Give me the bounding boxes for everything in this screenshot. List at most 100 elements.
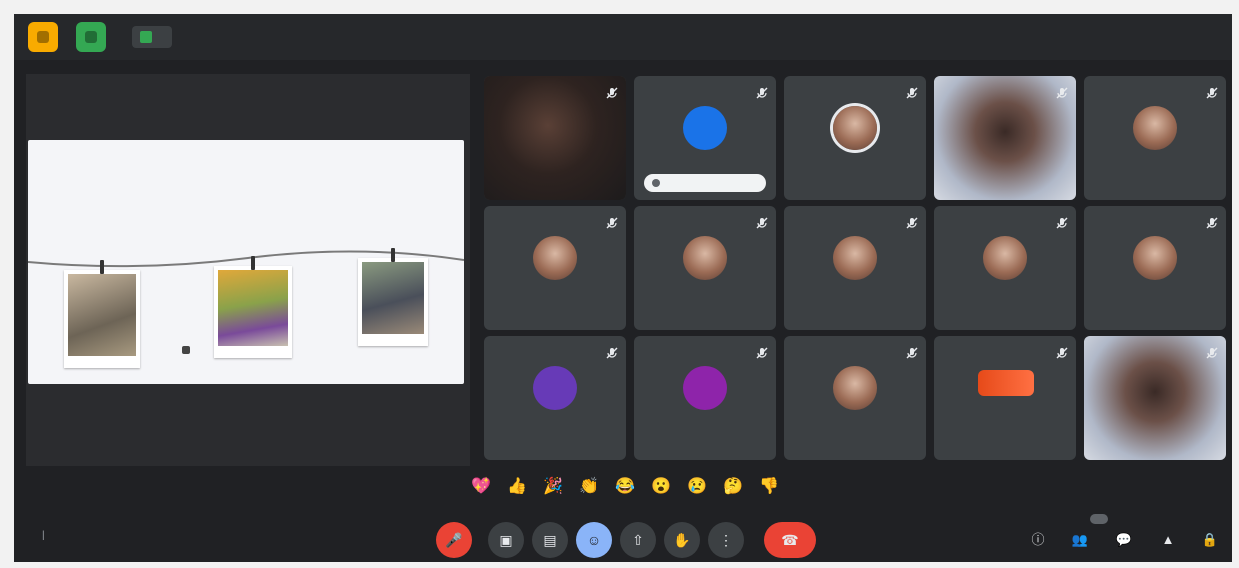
mic-off-icon <box>756 346 768 359</box>
participant-tile[interactable] <box>484 336 626 460</box>
reaction-emoji-button[interactable]: 😢 <box>686 476 708 498</box>
participant-avatar <box>1133 106 1177 150</box>
mic-off-icon <box>756 86 768 99</box>
participant-tile[interactable] <box>634 336 776 460</box>
host-controls-button[interactable]: 🔒 <box>1200 530 1220 550</box>
chat-button[interactable]: 💬 <box>1114 530 1134 550</box>
participant-tile[interactable] <box>934 206 1076 330</box>
clip-icon <box>251 256 255 270</box>
captions-icon: ▤ <box>543 532 557 548</box>
camera-button[interactable]: ▣ <box>488 522 524 558</box>
captions-button[interactable]: ▤ <box>532 522 568 558</box>
participant-avatar <box>683 106 727 150</box>
participant-tile[interactable] <box>934 76 1076 200</box>
participant-tile[interactable] <box>484 76 626 200</box>
camera-icon: ▣ <box>499 532 513 548</box>
people-button[interactable]: 👥 <box>1070 530 1090 550</box>
lock-icon: 🔒 <box>1201 532 1219 547</box>
mic-off-icon: 🎤 <box>445 532 463 548</box>
participant-avatar <box>833 106 877 150</box>
participant-tile[interactable] <box>634 206 776 330</box>
participant-avatar <box>833 366 877 410</box>
present-button[interactable]: ⇧ <box>620 522 656 558</box>
activities-icon: ▲ <box>1161 532 1175 547</box>
separator: | <box>42 530 45 541</box>
participant-avatar <box>1133 236 1177 280</box>
participant-avatar <box>683 236 727 280</box>
more-button[interactable]: ⋮ <box>708 522 744 558</box>
participant-avatar <box>533 366 577 410</box>
reaction-emoji-button[interactable]: 😂 <box>614 476 636 498</box>
activities-button[interactable]: ▲ <box>1158 530 1178 550</box>
participant-grid <box>480 74 1230 464</box>
participant-avatar <box>833 236 877 280</box>
mic-off-icon <box>906 86 918 99</box>
presentation-stage[interactable] <box>26 74 470 466</box>
mic-button[interactable]: 🎤 <box>436 522 472 558</box>
mic-off-icon <box>1206 86 1218 99</box>
participant-tile[interactable] <box>784 336 926 460</box>
reaction-emoji-button[interactable]: 👏 <box>578 476 600 498</box>
top-bar <box>14 14 1232 60</box>
clip-icon <box>391 248 395 262</box>
participant-avatar <box>533 236 577 280</box>
mic-off-icon <box>1056 346 1068 359</box>
organization-logo <box>978 370 1034 396</box>
info-button[interactable]: ⓘ <box>1028 530 1048 550</box>
meet-window: 💖 👍 🎉 👏 😂 😮 😢 🤔 👎 | 🎤 ▣ ▤ ☺ ⇧ ✋ ⋮ ☎ ⓘ 👥 💬 ▲ 🔒 <box>14 14 1232 562</box>
reaction-emoji-button[interactable]: 😮 <box>650 476 672 498</box>
reaction-emoji-button[interactable]: 👍 <box>506 476 528 498</box>
participant-tile[interactable] <box>1084 206 1226 330</box>
participant-video <box>934 76 1076 200</box>
mic-off-icon <box>606 86 618 99</box>
chat-icon: 💬 <box>1115 532 1133 547</box>
app-icon-green[interactable] <box>76 22 106 52</box>
mic-off-icon <box>1056 216 1068 229</box>
slide-photo-1 <box>64 260 140 368</box>
reaction-emoji-button[interactable]: 🎉 <box>542 476 564 498</box>
reaction-emoji-button[interactable]: 👎 <box>758 476 780 498</box>
slide-photo-2 <box>214 256 292 358</box>
participant-tile[interactable] <box>784 206 926 330</box>
participant-tile[interactable] <box>1084 336 1226 460</box>
meeting-title-tab[interactable] <box>132 26 172 48</box>
meeting-info: | <box>34 530 53 541</box>
meet-logo-icon <box>140 31 152 43</box>
reactions-button[interactable]: ☺ <box>576 522 612 558</box>
participant-chip <box>644 174 766 192</box>
participant-avatar <box>983 236 1027 280</box>
participant-video <box>484 76 626 200</box>
hand-icon: ✋ <box>673 532 691 548</box>
present-icon: ⇧ <box>632 532 644 548</box>
participant-tile[interactable] <box>934 336 1076 460</box>
bottom-toolbar: | 🎤 ▣ ▤ ☺ ⇧ ✋ ⋮ ☎ ⓘ 👥 💬 ▲ 🔒 <box>14 510 1232 562</box>
mic-off-icon <box>606 346 618 359</box>
raise-hand-button[interactable]: ✋ <box>664 522 700 558</box>
mic-off-icon <box>906 216 918 229</box>
mic-off-icon <box>1056 86 1068 99</box>
leave-button[interactable]: ☎ <box>764 522 816 558</box>
emoji-icon: ☺ <box>586 532 602 548</box>
mic-off-icon <box>756 216 768 229</box>
participant-tile[interactable] <box>784 76 926 200</box>
participant-tile[interactable] <box>484 206 626 330</box>
reaction-emoji-button[interactable]: 💖 <box>470 476 492 498</box>
mic-off-icon <box>1206 346 1218 359</box>
google-icon <box>652 179 660 187</box>
mic-off-icon <box>906 346 918 359</box>
mic-off-icon <box>606 216 618 229</box>
participant-video <box>1084 336 1226 460</box>
participant-tile[interactable] <box>634 76 776 200</box>
participant-count-badge <box>1090 514 1108 524</box>
people-icon: 👥 <box>1071 532 1089 547</box>
participant-avatar <box>683 366 727 410</box>
participant-tile[interactable] <box>1084 76 1226 200</box>
info-icon: ⓘ <box>1031 532 1045 547</box>
end-call-icon: ☎ <box>781 532 799 548</box>
mic-off-icon <box>1206 216 1218 229</box>
slide-photo-3 <box>358 248 428 346</box>
clip-icon <box>100 260 104 274</box>
reaction-emoji-button[interactable]: 🤔 <box>722 476 744 498</box>
presentation-slide <box>28 140 464 384</box>
app-icon-yellow[interactable] <box>28 22 58 52</box>
